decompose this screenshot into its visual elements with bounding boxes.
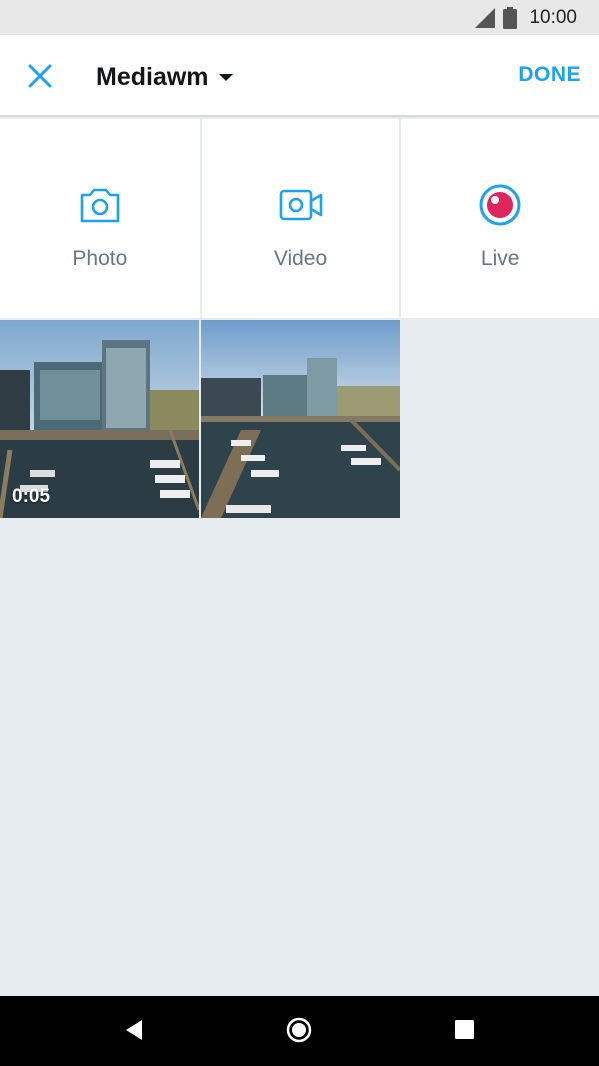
status-bar: 10:00: [0, 0, 599, 35]
status-time: 10:00: [529, 6, 577, 28]
signal-icon: [475, 7, 496, 28]
done-button[interactable]: DONE: [518, 63, 581, 87]
back-icon[interactable]: [124, 1019, 144, 1041]
home-icon[interactable]: [286, 1017, 312, 1043]
capture-live-tile[interactable]: Live: [399, 119, 599, 318]
capture-options: Photo Video Live: [0, 119, 599, 318]
media-thumbnail-video[interactable]: 0:05: [0, 320, 199, 518]
media-grid: 0:05: [0, 320, 599, 518]
album-title: Mediawm: [96, 62, 209, 91]
album-selector[interactable]: Mediawm: [96, 59, 233, 95]
media-thumbnail-photo[interactable]: [201, 320, 400, 518]
close-icon: [28, 64, 52, 88]
caret-down-icon: [218, 73, 233, 81]
capture-video-tile[interactable]: Video: [199, 119, 400, 318]
camera-icon: [80, 188, 120, 223]
app-bar: Mediawm DONE: [0, 35, 599, 117]
battery-icon: [503, 6, 518, 29]
recents-icon[interactable]: [455, 1020, 474, 1039]
video-duration: 0:05: [12, 486, 51, 507]
close-button[interactable]: [24, 60, 56, 92]
video-camera-icon: [279, 189, 322, 221]
capture-video-label: Video: [273, 247, 328, 270]
capture-photo-label: Photo: [72, 247, 128, 270]
harbor-photo-thumbnail-image: [201, 320, 400, 518]
system-navigation-bar: [0, 996, 599, 1066]
capture-photo-tile[interactable]: Photo: [0, 119, 200, 318]
capture-live-label: Live: [480, 247, 520, 270]
live-periscope-icon: [479, 184, 521, 226]
